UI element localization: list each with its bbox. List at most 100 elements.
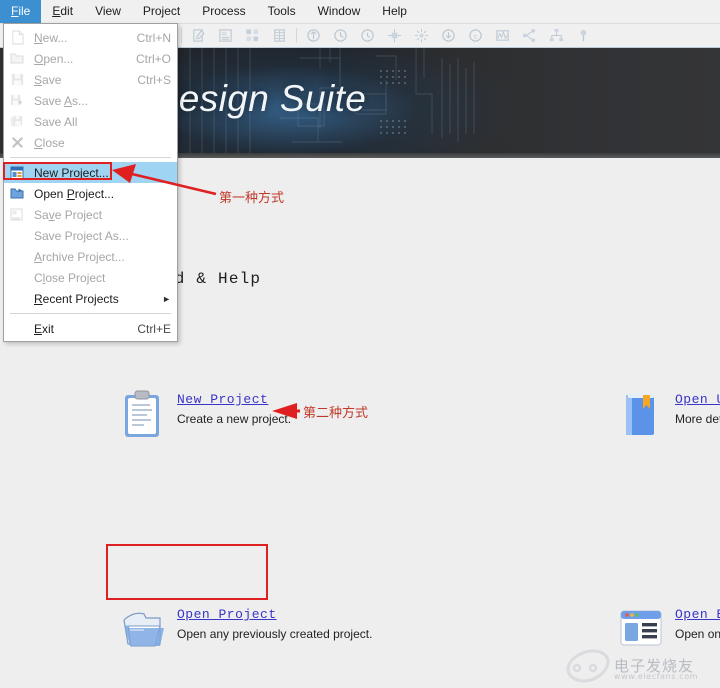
card-open-user-guide[interactable]: Open U More deta — [615, 388, 720, 440]
menu-item-close-project-label: Close Project — [34, 270, 106, 285]
blank-icon — [8, 321, 26, 337]
table-icon[interactable] — [270, 26, 289, 45]
menu-process-label: Process — [202, 4, 246, 18]
bitstream-icon[interactable] — [385, 26, 404, 45]
menu-item-archive-project[interactable]: Archive Project... — [4, 246, 177, 267]
menu-view[interactable]: View — [84, 0, 132, 23]
card-open-example-project[interactable]: Open E Open one — [615, 603, 720, 655]
menu-item-save-project[interactable]: Save Project — [4, 204, 177, 225]
card-text-block: Open E Open one — [675, 603, 720, 641]
menu-item-save-label: Save — [34, 72, 62, 87]
menu-item-save-all[interactable]: Save All — [4, 111, 177, 132]
menu-item-open-label: Open... — [34, 51, 74, 66]
menu-file-label: File — [11, 4, 31, 18]
annotation-label-2: 第二种方式 — [303, 406, 369, 421]
menu-item-close-label: Close — [34, 135, 65, 150]
blank-icon — [8, 249, 26, 265]
menu-tools-label: Tools — [267, 4, 296, 18]
link-new-project[interactable]: New Project — [177, 392, 291, 407]
menu-item-open-accel: Ctrl+O — [135, 51, 171, 66]
desc-open-user-guide: More deta — [675, 412, 720, 426]
menu-item-archive-project-label: Archive Project... — [34, 249, 125, 264]
open-folder-icon — [8, 51, 26, 67]
menu-item-close[interactable]: Close — [4, 132, 177, 153]
menu-item-save-all-label: Save All — [34, 114, 78, 129]
menu-item-open[interactable]: Open... Ctrl+O — [4, 48, 177, 69]
toolbar-separator — [296, 27, 297, 43]
open-folder-card-icon — [117, 603, 169, 655]
toolbar-separator — [181, 27, 182, 43]
window-layout-icon — [615, 603, 667, 655]
save-as-icon — [8, 93, 26, 109]
hierarchy-icon[interactable] — [547, 26, 566, 45]
menu-process[interactable]: Process — [191, 0, 256, 23]
synthesis-icon[interactable] — [304, 26, 323, 45]
menu-separator — [10, 313, 171, 314]
pin-icon[interactable] — [574, 26, 593, 45]
menu-item-save-accel: Ctrl+S — [137, 72, 171, 87]
svg-text:c: c — [474, 33, 478, 40]
submenu-arrow-icon: ► — [162, 293, 171, 304]
schematic-icon[interactable] — [243, 26, 262, 45]
menu-item-close-project[interactable]: Close Project — [4, 267, 177, 288]
clipboard-icon — [117, 388, 169, 440]
implementation-icon[interactable] — [331, 26, 350, 45]
link-open-user-guide[interactable]: Open U — [675, 392, 720, 407]
card-text-block: Open U More deta — [675, 388, 720, 426]
save-disk-icon — [8, 72, 26, 88]
menu-help-label: Help — [382, 4, 407, 18]
desc-open-example-project: Open one — [675, 627, 720, 641]
copyright-icon[interactable]: c — [466, 26, 485, 45]
menu-bar: File Edit View Project Process Tools Win… — [0, 0, 720, 24]
menu-help[interactable]: Help — [371, 0, 418, 23]
menu-item-save-project-as-label: Save Project As... — [34, 228, 129, 243]
blank-icon — [8, 228, 26, 244]
download-icon[interactable] — [439, 26, 458, 45]
menu-item-new-project-label: New Project... — [34, 165, 109, 180]
card-open-project[interactable]: Open Project Open any previously created… — [117, 603, 372, 655]
save-project-icon — [8, 207, 26, 223]
menu-item-new[interactable]: New... Ctrl+N — [4, 27, 177, 48]
new-project-icon — [8, 165, 26, 181]
menu-item-save-project-label: Save Project — [34, 207, 103, 222]
power-icon[interactable] — [412, 26, 431, 45]
menu-item-new-label: New... — [34, 30, 68, 45]
menu-view-label: View — [95, 4, 121, 18]
timing-icon[interactable] — [358, 26, 377, 45]
menu-item-save-as[interactable]: Save As... — [4, 90, 177, 111]
open-project-icon — [8, 186, 26, 202]
menu-file[interactable]: File — [0, 0, 42, 23]
file-dropdown-menu: New... Ctrl+N Open... Ctrl+O Save Ctrl+S… — [3, 23, 178, 342]
menu-item-exit-label: Exit — [34, 321, 55, 336]
waveform-icon[interactable] — [493, 26, 512, 45]
menu-edit[interactable]: Edit — [41, 0, 84, 23]
report-icon[interactable] — [216, 26, 235, 45]
netlist-icon[interactable] — [520, 26, 539, 45]
menu-item-save-as-label: Save As... — [34, 93, 89, 108]
edit-note-icon[interactable] — [189, 26, 208, 45]
menu-project[interactable]: Project — [132, 0, 191, 23]
new-file-icon — [8, 30, 26, 46]
menu-tools[interactable]: Tools — [257, 0, 307, 23]
menu-item-recent-projects-label: Recent Projects — [34, 291, 119, 306]
close-x-icon — [8, 135, 26, 151]
menu-item-new-project[interactable]: New Project... — [4, 162, 177, 183]
menu-window-label: Window — [317, 4, 361, 18]
menu-item-save[interactable]: Save Ctrl+S — [4, 69, 177, 90]
menu-item-open-project[interactable]: Open Project... — [4, 183, 177, 204]
menu-window[interactable]: Window — [307, 0, 372, 23]
annotation-box-new-project-card — [106, 544, 268, 600]
link-open-example-project[interactable]: Open E — [675, 607, 720, 622]
menu-item-recent-projects[interactable]: Recent Projects ► — [4, 288, 177, 309]
save-all-icon — [8, 114, 26, 130]
card-new-project[interactable]: New Project Create a new project. — [117, 388, 291, 440]
book-icon — [615, 388, 667, 440]
menu-edit-label: Edit — [52, 4, 74, 18]
menu-item-exit[interactable]: Exit Ctrl+E — [4, 318, 177, 339]
blank-icon — [8, 291, 26, 307]
card-text-block: Open Project Open any previously created… — [177, 603, 372, 641]
menu-item-save-project-as[interactable]: Save Project As... — [4, 225, 177, 246]
link-open-project[interactable]: Open Project — [177, 607, 372, 622]
card-text-block: New Project Create a new project. — [177, 388, 291, 426]
annotation-label-1: 第一种方式 — [219, 191, 285, 206]
